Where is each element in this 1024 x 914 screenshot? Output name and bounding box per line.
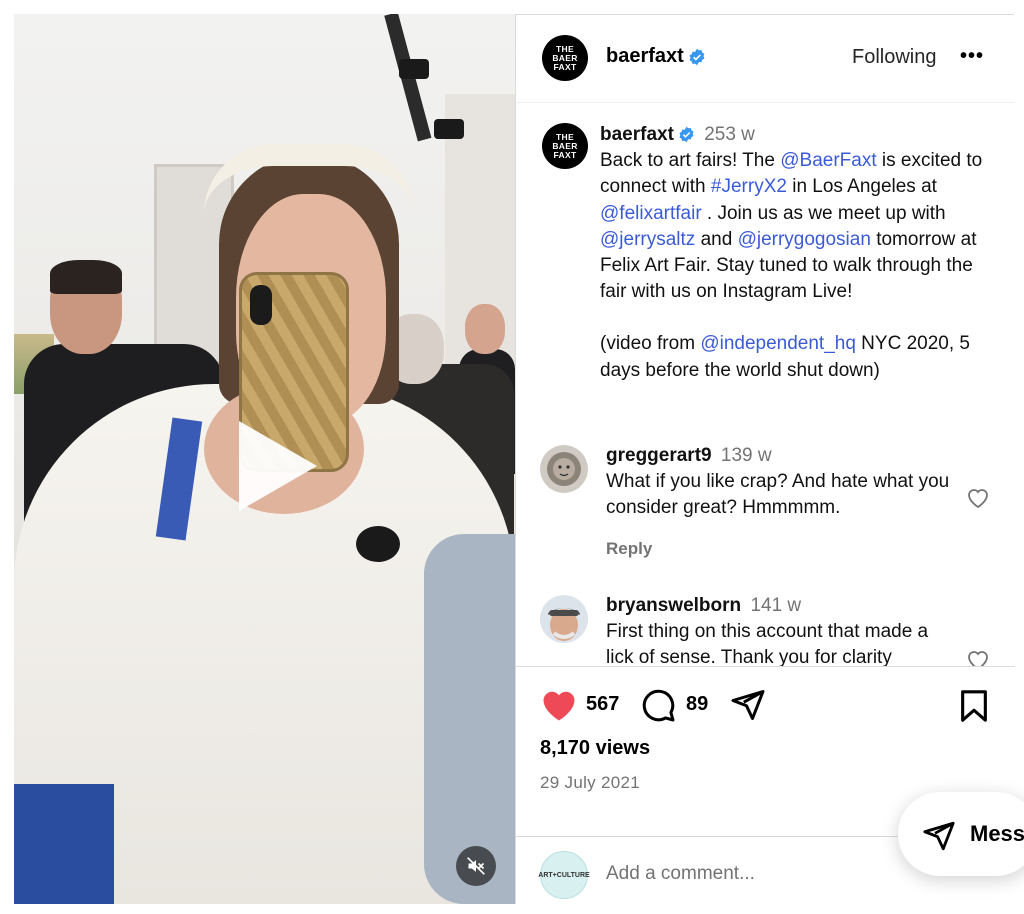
avatar[interactable]: THE BAER FAXT <box>542 35 588 81</box>
pin-badge <box>356 526 400 562</box>
post-caption: baerfaxt 253 w Back to art fairs! The @B… <box>600 122 1000 384</box>
reply-button[interactable]: Reply <box>606 539 652 559</box>
commenter-avatar[interactable] <box>540 595 588 643</box>
heart-filled-icon[interactable] <box>540 688 578 727</box>
comment-input[interactable]: Add a comment... <box>606 863 755 885</box>
messages-label: Mess <box>970 821 1024 846</box>
heart-outline-icon[interactable] <box>966 487 990 514</box>
view-count[interactable]: 8,170 views <box>540 737 650 760</box>
mention-link[interactable]: @felixartfair <box>600 203 702 224</box>
comment-username[interactable]: bryanswelborn <box>606 595 741 616</box>
woman-with-phone <box>14 134 515 904</box>
username-text[interactable]: baerfaxt <box>606 45 684 67</box>
mention-link[interactable]: @BaerFaxt <box>780 150 876 171</box>
caption-text: . Join us as we meet up with <box>701 202 946 224</box>
comment-body: greggerart9 139 w What if you like crap?… <box>606 443 956 522</box>
post-header: THE BAER FAXT baerfaxt Following ••• <box>516 15 1015 103</box>
more-icon[interactable]: ••• <box>960 45 984 68</box>
comment-count[interactable]: 89 <box>686 693 708 716</box>
mention-link[interactable]: @independent_hq <box>700 333 856 354</box>
comment-timestamp[interactable]: 141 w <box>750 595 801 616</box>
avatar-text: FAXT <box>553 61 577 72</box>
comment-icon[interactable] <box>640 687 676 728</box>
video-player[interactable] <box>14 14 515 904</box>
hashtag-link[interactable]: #JerryX2 <box>711 176 787 197</box>
like-count[interactable]: 567 <box>586 693 619 716</box>
messages-button[interactable]: Mess <box>898 792 1024 876</box>
caption-text: and <box>695 228 738 250</box>
caption-username[interactable]: baerfaxt <box>600 124 674 145</box>
comment-text: What if you like crap? And hate what you… <box>606 471 950 519</box>
post-details-panel: THE BAER FAXT baerfaxt Following ••• THE… <box>515 14 1015 904</box>
header-username[interactable]: baerfaxt <box>606 45 706 68</box>
mention-link[interactable]: @jerrygogosian <box>738 229 871 250</box>
comments-scroll-area[interactable]: THE BAER FAXT baerfaxt 253 w Back to art… <box>516 103 1015 666</box>
caption-timestamp[interactable]: 253 w <box>704 124 755 145</box>
ceiling-lamp <box>399 59 429 79</box>
caption-text: Back to art fairs! The <box>600 150 781 172</box>
verified-icon <box>679 127 694 143</box>
following-button[interactable]: Following <box>852 46 936 69</box>
comment-timestamp[interactable]: 139 w <box>721 445 772 466</box>
caption-avatar[interactable]: THE BAER FAXT <box>542 123 588 169</box>
comment-text: First thing on this account that made a … <box>606 621 929 666</box>
share-icon[interactable] <box>730 687 766 728</box>
heart-outline-icon[interactable] <box>966 649 990 666</box>
caption-text: (video from <box>600 333 701 355</box>
caption-text: in Los Angeles at <box>786 176 937 198</box>
commenter-avatar[interactable] <box>540 445 588 493</box>
post-date[interactable]: 29 July 2021 <box>540 773 640 793</box>
message-icon <box>922 819 956 858</box>
mention-link[interactable]: @jerrysaltz <box>600 229 695 250</box>
verified-icon <box>689 48 705 65</box>
composer-avatar: ART+CULTURE <box>538 851 590 899</box>
mute-icon[interactable] <box>456 846 496 886</box>
avatar-text: FAXT <box>553 149 577 160</box>
comment-body: bryanswelborn 141 w First thing on this … <box>606 593 956 666</box>
play-icon[interactable] <box>239 421 317 511</box>
save-icon[interactable] <box>959 689 989 728</box>
comment-username[interactable]: greggerart9 <box>606 445 712 466</box>
